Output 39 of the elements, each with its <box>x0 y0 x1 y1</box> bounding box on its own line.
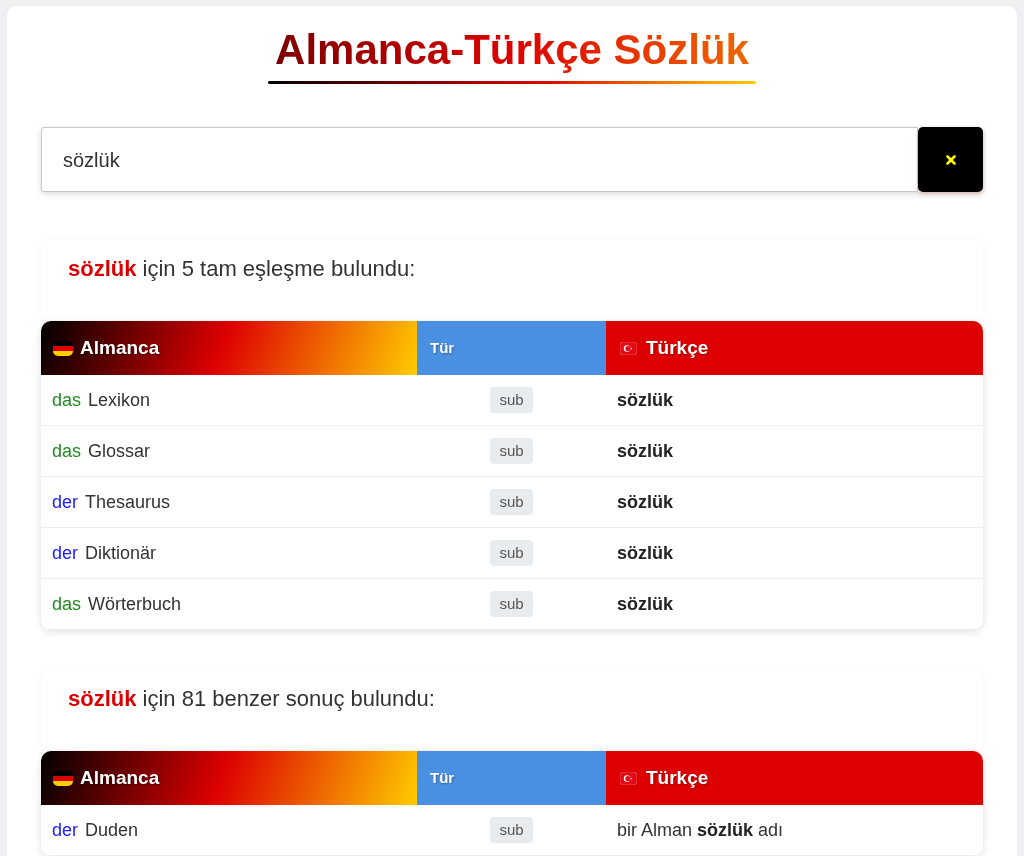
word-type-badge: sub <box>490 387 533 413</box>
translation-text: bir Alman sözlük adı <box>617 819 784 840</box>
translation-text: sözlük <box>617 542 673 563</box>
word-type-badge: sub <box>490 591 533 617</box>
german-flag-icon <box>53 340 73 356</box>
column-title: Almanca <box>80 765 160 790</box>
german-word: Glossar <box>88 439 151 463</box>
search-field[interactable]: sözlük <box>41 127 918 192</box>
column-title: Tür <box>430 767 455 788</box>
column-title: Tür <box>430 337 455 358</box>
german-word: Diktionär <box>85 541 157 565</box>
word-type-badge: sub <box>490 540 533 566</box>
article-text: der <box>52 818 78 842</box>
german-word: Thesaurus <box>85 490 171 514</box>
german-flag-icon <box>53 770 73 786</box>
results-heading: sözlük için 81 benzer sonuç bulundu: <box>68 686 436 712</box>
results-heading: sözlük için 5 tam eşleşme bulundu: <box>68 256 417 282</box>
article-text: der <box>52 541 78 565</box>
word-type-badge: sub <box>490 438 533 464</box>
word-type-badge: sub <box>490 489 533 515</box>
translation-text: sözlük <box>617 593 673 614</box>
column-title: Almanca <box>80 335 160 360</box>
column-title: Türkçe <box>646 335 709 360</box>
article-text: das <box>52 439 82 463</box>
german-word: Duden <box>85 818 139 842</box>
turkish-flag-icon <box>620 341 637 355</box>
german-word: Wörterbuch <box>88 592 182 616</box>
translation-text: sözlük <box>617 389 673 410</box>
clear-button[interactable] <box>918 127 983 192</box>
translation-text: sözlük <box>617 491 673 512</box>
german-word: Lexikon <box>88 388 151 412</box>
column-title: Türkçe <box>646 765 709 790</box>
translation-text: sözlük <box>617 440 673 461</box>
word-type-badge: sub <box>490 817 533 843</box>
article-text: der <box>52 490 78 514</box>
turkish-flag-icon <box>620 771 637 785</box>
article-text: das <box>52 592 82 616</box>
article-text: das <box>52 388 82 412</box>
close-icon <box>943 152 958 167</box>
